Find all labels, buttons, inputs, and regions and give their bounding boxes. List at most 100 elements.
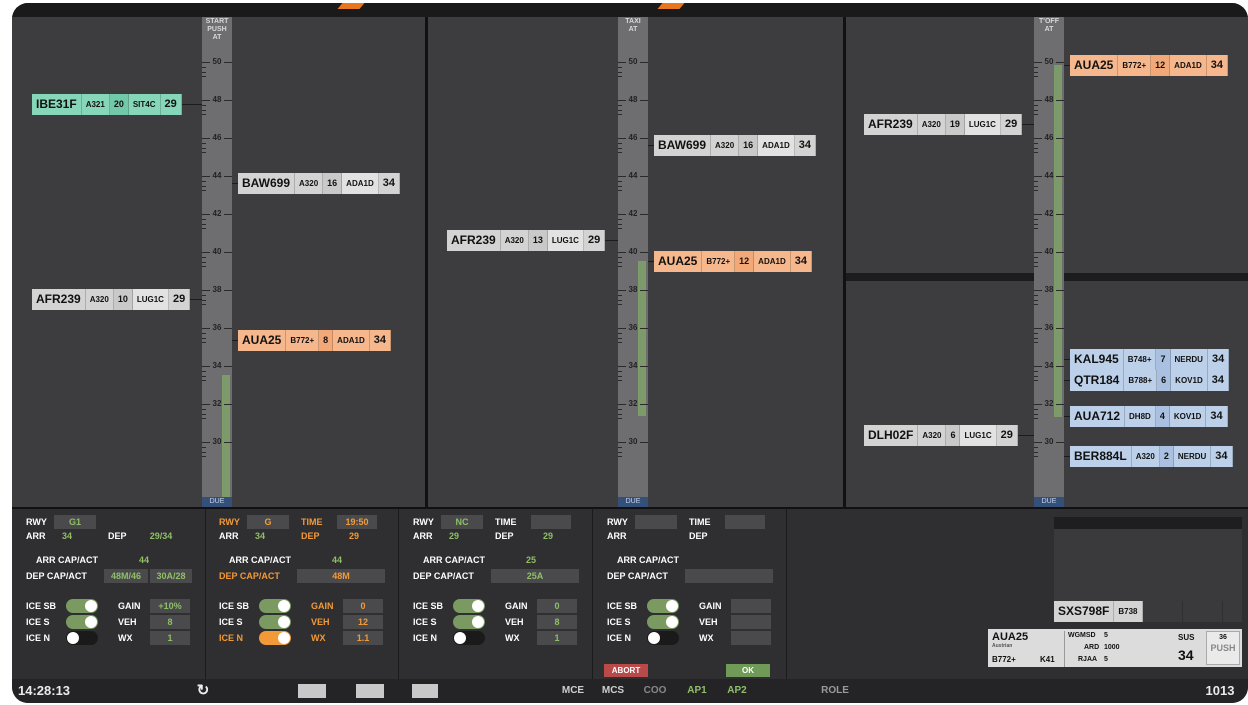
param-field[interactable]: 12 (343, 615, 383, 629)
layout-button-3[interactable] (412, 684, 438, 698)
dep-cap-field[interactable]: 25A (491, 569, 579, 583)
side-strip[interactable]: SXS798F B738 (1054, 601, 1242, 622)
ice-toggle[interactable] (259, 631, 291, 645)
ruler-tick (1034, 100, 1042, 101)
ruler-minor-tick (618, 228, 622, 230)
param-label: VEH (699, 617, 718, 627)
push-button[interactable]: 36 PUSH (1206, 631, 1240, 665)
ice-toggle[interactable] (647, 599, 679, 613)
rwy-label: RWY (413, 517, 434, 527)
ice-toggle[interactable] (66, 631, 98, 645)
strip-slot: 7 (1156, 349, 1171, 370)
layout-button-1[interactable] (298, 684, 326, 698)
flight-strip[interactable]: AFR239 A320 13 LUG1C 29 (447, 230, 606, 251)
ice-toggle[interactable] (647, 631, 679, 645)
flight-strip[interactable]: AUA25 B772+ 12 ADA1D 34 (1070, 55, 1228, 76)
flight-strip[interactable]: AFR239 A320 19 LUG1C 29 (864, 114, 1023, 135)
param-field[interactable]: 1.1 (343, 631, 383, 645)
ruler-tick (640, 328, 648, 329)
param-field[interactable]: 1 (150, 631, 190, 645)
ice-toggle[interactable] (647, 615, 679, 629)
abort-button[interactable]: ABORT (604, 664, 648, 677)
role-mce[interactable]: MCE (556, 679, 590, 703)
time-field[interactable]: 19:50 (337, 515, 377, 529)
flight-strip[interactable]: BAW699 A320 16 ADA1D 34 (238, 173, 400, 194)
ice-toggle[interactable] (453, 631, 485, 645)
rwy-field[interactable]: G1 (54, 515, 96, 529)
ruler-minor-tick (618, 104, 622, 106)
flight-strip[interactable]: BAW699 A320 16 ADA1D 34 (654, 135, 816, 156)
ruler-minor-tick (1034, 228, 1038, 230)
time-field[interactable] (531, 515, 571, 529)
role-mcs[interactable]: MCS (596, 679, 630, 703)
param-field[interactable]: 0 (343, 599, 383, 613)
rwy-field[interactable]: G (247, 515, 289, 529)
strip-runway: 29 (1000, 114, 1023, 135)
param-field[interactable] (731, 631, 771, 645)
param-field[interactable]: 8 (150, 615, 190, 629)
ice-label: ICE S (219, 617, 243, 627)
flight-strip[interactable]: AFR239 A320 10 LUG1C 29 (32, 289, 191, 310)
flight-strip[interactable]: KAL945 B748+ 7 NERDU 34 (1070, 349, 1230, 370)
flight-strip[interactable]: AUA25 B772+ 8 ADA1D 34 (238, 330, 391, 351)
ruler-tick (640, 252, 648, 253)
ruler-minor-tick (618, 223, 622, 225)
ruler-tick (1056, 176, 1064, 177)
param-field[interactable]: 0 (537, 599, 577, 613)
dep-cap-field-2[interactable]: 30A/28 (150, 569, 192, 583)
role-ap2[interactable]: AP2 (720, 679, 754, 703)
role-coo[interactable]: COO (638, 679, 672, 703)
ruler-minor-tick (618, 342, 622, 344)
layout-button-2[interactable] (356, 684, 384, 698)
time-field[interactable] (725, 515, 765, 529)
ruler-tick (202, 290, 210, 291)
role-button[interactable]: ROLE (812, 679, 858, 703)
ruler-minor-tick (202, 413, 206, 415)
ice-toggle[interactable] (453, 615, 485, 629)
rwy-field[interactable] (635, 515, 677, 529)
flight-card[interactable]: AUA25 Austrian B772+ K41 WGMSD 5 ARD 100… (988, 629, 1242, 667)
ruler-minor-tick (202, 299, 206, 301)
dep-label: DEP (108, 531, 127, 541)
rwy-label: RWY (26, 517, 47, 527)
ice-label: ICE SB (26, 601, 57, 611)
undo-icon[interactable]: ↻ (188, 679, 218, 703)
ruler-minor-tick (202, 223, 206, 225)
flight-strip[interactable]: IBE31F A321 20 SIT4C 29 (32, 94, 182, 115)
flight-strip[interactable]: BER884L A320 2 NERDU 34 (1070, 446, 1233, 467)
strip-empty (1183, 601, 1223, 622)
dep-cap-field[interactable]: 48M/46 (104, 569, 148, 583)
arr-cap-label: ARR CAP/ACT (423, 555, 485, 565)
rwy-field[interactable]: NC (441, 515, 483, 529)
ruler-minor-tick (202, 66, 206, 68)
ice-toggle[interactable] (66, 615, 98, 629)
param-field[interactable] (731, 615, 771, 629)
flight-strip[interactable]: DLH02F A320 6 LUG1C 29 (864, 425, 1018, 446)
flight-strip[interactable]: QTR184 B788+ 6 KOV1D 34 (1070, 370, 1229, 391)
flight-strip[interactable]: AUA712 DH8D 4 KOV1D 34 (1070, 406, 1228, 427)
time-label: TIME (301, 517, 323, 527)
ruler-tick (640, 100, 648, 101)
arr-cap-label: ARR CAP/ACT (229, 555, 291, 565)
param-field[interactable]: +10% (150, 599, 190, 613)
ok-button[interactable]: OK (726, 664, 770, 677)
dep-cap-field[interactable] (685, 569, 773, 583)
ice-toggle[interactable] (259, 615, 291, 629)
strip-type: B772+ (286, 330, 320, 351)
param-field[interactable]: 8 (537, 615, 577, 629)
role-ap1[interactable]: AP1 (680, 679, 714, 703)
ruler-tick (1056, 214, 1064, 215)
ice-toggle[interactable] (66, 599, 98, 613)
dep-cap-field[interactable]: 48M (297, 569, 385, 583)
param-label: GAIN (699, 601, 722, 611)
ruler-tick (224, 328, 232, 329)
strip-callsign: AUA25 (1070, 55, 1119, 76)
param-field[interactable] (731, 599, 771, 613)
ice-toggle[interactable] (259, 599, 291, 613)
flight-strip[interactable]: AUA25 B772+ 12 ADA1D 34 (654, 251, 812, 272)
ice-toggle[interactable] (453, 599, 485, 613)
ruler-minor-tick (618, 109, 622, 111)
due-label: DUE (202, 497, 232, 507)
param-field[interactable]: 1 (537, 631, 577, 645)
strip-connector (1064, 380, 1070, 381)
